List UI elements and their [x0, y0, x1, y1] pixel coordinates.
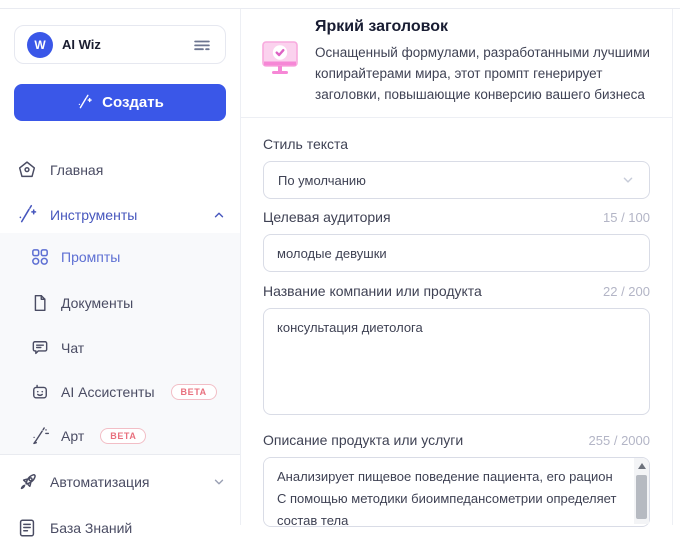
magic-pen-icon [30, 426, 50, 446]
audience-input[interactable] [263, 234, 650, 272]
sidebar-collapse-button[interactable] [191, 34, 213, 56]
sidebar-item-label: Главная [50, 162, 103, 178]
menu-lines-icon [191, 34, 213, 56]
sidebar-item-label: Инструменты [50, 207, 137, 223]
magic-wand-icon [76, 94, 93, 111]
sidebar-item-knowledge-base[interactable]: База Знаний [0, 510, 240, 546]
sidebar-item-tools[interactable]: Инструменты [0, 197, 240, 233]
create-button[interactable]: Создать [14, 84, 226, 121]
sidebar-item-label: База Знаний [50, 520, 132, 536]
audience-counter: 15 / 100 [603, 210, 650, 225]
create-button-label: Создать [102, 94, 164, 111]
style-label: Стиль текста [263, 136, 348, 152]
style-select[interactable]: По умолчанию [263, 161, 650, 199]
grid-icon [30, 247, 50, 267]
home-icon [16, 159, 38, 181]
product-description-textarea[interactable]: Анализирует пищевое поведение пациента, … [263, 457, 650, 527]
rocket-icon [16, 471, 38, 493]
sidebar-item-label: Автоматизация [50, 474, 149, 490]
style-select-value: По умолчанию [278, 173, 366, 188]
product-description-label: Описание продукта или услуги [263, 432, 463, 448]
beta-badge: BETA [171, 384, 217, 400]
logo-card: W AI Wiz [14, 25, 226, 64]
sidebar-item-label: Документы [61, 295, 133, 311]
wand-icon [16, 204, 38, 226]
chat-bubble-icon [30, 338, 50, 358]
sidebar-item-label: AI Ассистенты [61, 384, 155, 400]
doc-lines-icon [16, 517, 38, 539]
chevron-down-icon [212, 475, 226, 489]
beta-badge: BETA [100, 428, 146, 444]
sidebar-item-chat[interactable]: Чат [0, 330, 240, 366]
textarea-scrollbar[interactable] [634, 458, 649, 524]
product-description-counter: 255 / 2000 [589, 433, 650, 448]
scroll-up-button[interactable] [634, 458, 649, 474]
sidebar: W AI Wiz Создать Главная [0, 9, 241, 525]
scrollbar-thumb[interactable] [636, 475, 647, 519]
brand-logo-icon: W [27, 32, 53, 58]
prompt-description: Оснащенный формулами, разработанными луч… [315, 42, 667, 105]
prompt-title: Яркий заголовок [315, 18, 448, 36]
sidebar-item-prompts[interactable]: Промпты [0, 239, 240, 275]
main-panel: Яркий заголовок Оснащенный формулами, ра… [241, 9, 673, 525]
sidebar-item-label: Арт [61, 428, 84, 444]
company-textarea[interactable]: консультация диетолога [263, 308, 650, 415]
sidebar-item-automation[interactable]: Автоматизация [0, 464, 240, 500]
prompt-header: Яркий заголовок Оснащенный формулами, ра… [241, 9, 672, 118]
monitor-check-icon [258, 35, 302, 79]
brand-name: AI Wiz [62, 37, 101, 52]
robot-icon [30, 382, 50, 402]
sidebar-item-art[interactable]: Арт BETA [0, 418, 240, 454]
sidebar-item-ai-assistants[interactable]: AI Ассистенты BETA [0, 374, 240, 410]
chevron-up-icon [212, 208, 226, 222]
chevron-down-icon [620, 172, 636, 188]
sidebar-item-home[interactable]: Главная [0, 152, 240, 188]
company-counter: 22 / 200 [603, 284, 650, 299]
arrow-up-icon [638, 463, 646, 469]
sidebar-item-label: Чат [61, 340, 84, 356]
sidebar-item-label: Промпты [61, 249, 120, 265]
sidebar-item-documents[interactable]: Документы [0, 285, 240, 321]
company-label: Название компании или продукта [263, 283, 482, 299]
audience-label: Целевая аудитория [263, 209, 391, 225]
document-icon [30, 293, 50, 313]
prompt-form: Стиль текста По умолчанию Целевая аудито… [241, 118, 672, 525]
